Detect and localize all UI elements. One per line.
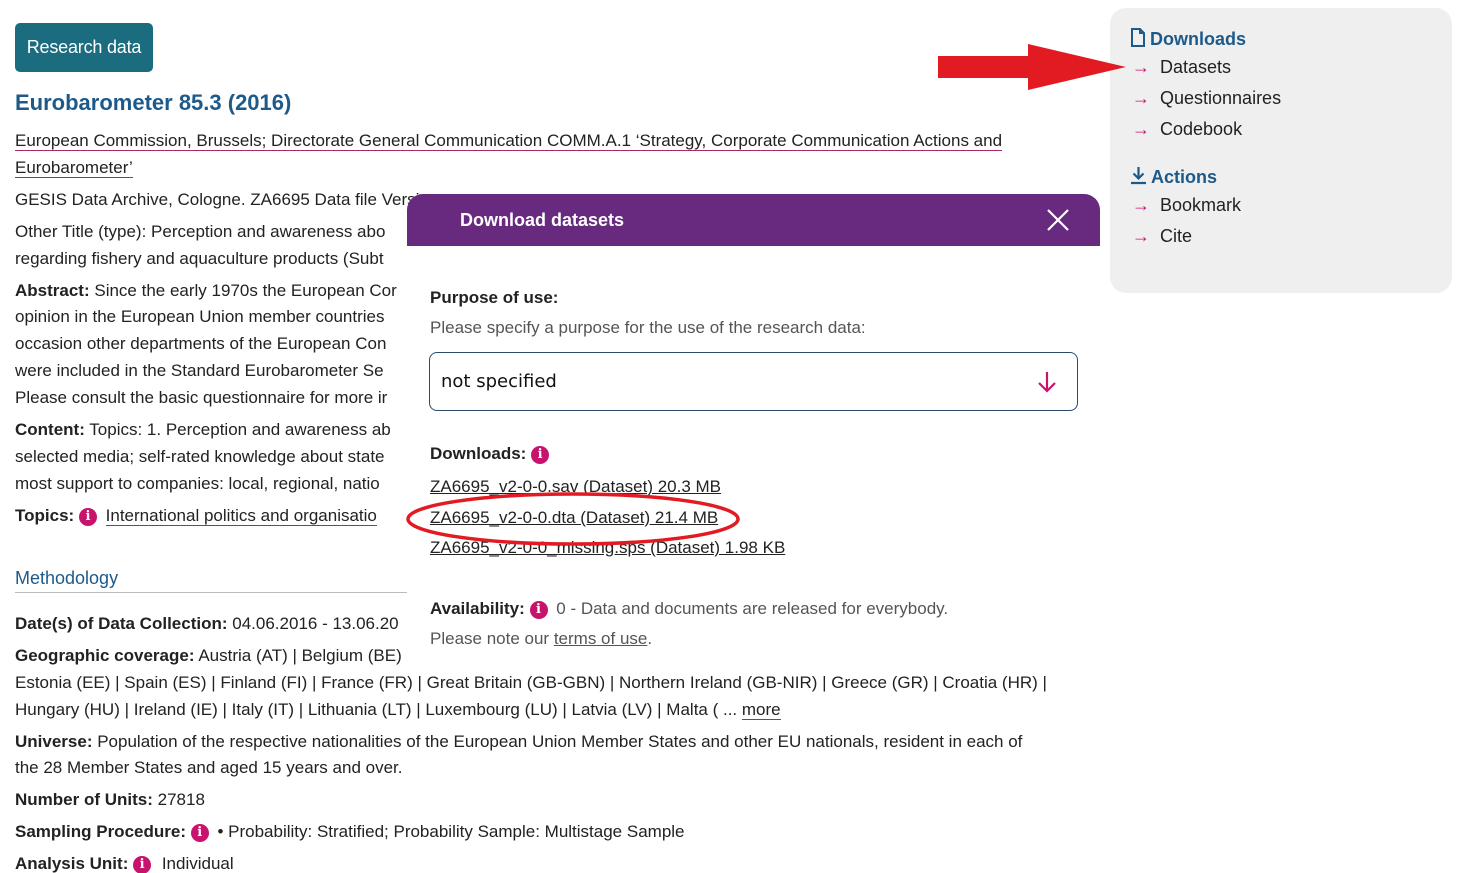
research-data-badge: Research data: [15, 23, 153, 72]
info-icon[interactable]: i: [531, 446, 550, 464]
sidebar-item-cite[interactable]: → Cite: [1132, 226, 1192, 247]
sidebar-item-datasets[interactable]: → Datasets: [1132, 57, 1231, 78]
purpose-select-value: not specified: [441, 371, 557, 392]
authors-line-2[interactable]: Eurobarometer’: [15, 154, 133, 181]
units-row: Number of Units: 27818: [15, 790, 205, 809]
purpose-label: Purpose of use:: [430, 288, 559, 307]
content-line-2: selected media; self-rated knowledge abo…: [15, 447, 385, 466]
other-title-line-1: Other Title (type): Perception and aware…: [15, 222, 386, 241]
arrow-right-icon: →: [1132, 195, 1150, 215]
topics-link[interactable]: International politics and organisatio: [105, 506, 377, 526]
modal-header: Download datasets: [407, 194, 1100, 246]
purpose-hint: Please specify a purpose for the use of …: [430, 318, 866, 337]
topics-row: Topics: i International politics and org…: [15, 506, 377, 526]
info-icon[interactable]: i: [78, 508, 97, 526]
arrow-right-icon: →: [1132, 119, 1150, 139]
arrow-right-icon: →: [1132, 88, 1150, 108]
geo-line-2: Estonia (EE) | Spain (ES) | Finland (FI)…: [15, 673, 1047, 692]
arrow-down-icon: [1038, 372, 1056, 393]
sidebar-panel: Downloads → Datasets → Questionnaires → Cod…: [1110, 8, 1452, 293]
document-icon: [1131, 28, 1145, 47]
citation-line: GESIS Data Archive, Cologne. ZA6695 Data…: [15, 190, 420, 209]
actions-heading: Actions: [1130, 166, 1217, 188]
abstract-line-1: Abstract: Since the early 1970s the Euro…: [15, 281, 397, 300]
downloads-label: Downloads: i: [430, 444, 550, 464]
terms-row: Please note our terms of use.: [430, 629, 653, 648]
more-link[interactable]: more: [741, 700, 781, 720]
info-icon[interactable]: i: [133, 856, 152, 873]
universe-line-2: the 28 Member States and aged 15 years a…: [15, 758, 403, 777]
close-icon[interactable]: [1046, 208, 1070, 232]
content-line-3: most support to companies: local, region…: [15, 474, 380, 493]
universe-line-1: Universe: Population of the respective n…: [15, 732, 1023, 751]
info-icon[interactable]: i: [529, 601, 548, 619]
dates-row: Date(s) of Data Collection: 04.06.2016 -…: [15, 614, 399, 633]
abstract-line-4: were included in the Standard Eurobarome…: [15, 361, 384, 380]
annotation-ellipse: [406, 492, 740, 546]
purpose-select[interactable]: not specified: [429, 352, 1078, 411]
info-icon[interactable]: i: [190, 824, 209, 842]
download-icon: [1131, 167, 1146, 185]
availability-row: Availability: i 0 - Data and documents a…: [430, 599, 949, 619]
geo-line-1: Geographic coverage: Austria (AT) | Belg…: [15, 646, 402, 665]
sidebar-item-bookmark[interactable]: → Bookmark: [1132, 195, 1241, 216]
methodology-heading: Methodology: [15, 568, 407, 593]
annotation-arrow: [938, 44, 1126, 90]
sidebar-item-questionnaires[interactable]: → Questionnaires: [1132, 88, 1281, 109]
terms-link[interactable]: terms of use: [554, 629, 648, 648]
arrow-right-icon: →: [1132, 226, 1150, 246]
other-title-line-2: regarding fishery and aquaculture produc…: [15, 249, 384, 268]
arrow-right-icon: →: [1132, 57, 1150, 77]
downloads-heading: Downloads: [1130, 28, 1246, 50]
abstract-line-2: opinion in the European Union member cou…: [15, 307, 385, 326]
authors-line-1[interactable]: European Commission, Brussels; Directora…: [15, 127, 1003, 154]
content-line-1: Content: Topics: 1. Perception and aware…: [15, 420, 391, 439]
geo-line-3: Hungary (HU) | Ireland (IE) | Italy (IT)…: [15, 700, 781, 720]
abstract-line-3: occasion other departments of the Europe…: [15, 334, 387, 353]
sampling-row: Sampling Procedure: i • Probability: Str…: [15, 822, 685, 842]
page-title: Eurobarometer 85.3 (2016): [15, 90, 292, 115]
abstract-line-5: Please consult the basic questionnaire f…: [15, 388, 388, 407]
modal-title: Download datasets: [460, 210, 625, 230]
sidebar-item-codebook[interactable]: → Codebook: [1132, 119, 1242, 140]
analysis-row: Analysis Unit: i Individual: [15, 854, 234, 873]
